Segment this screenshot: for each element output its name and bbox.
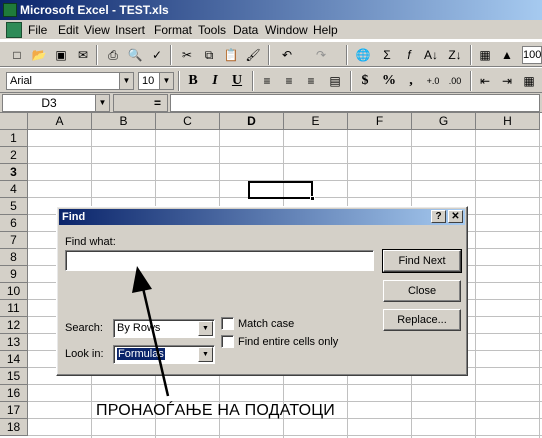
arrow-head [132,266,152,293]
annotation-arrow [132,266,170,397]
annotation-caption: ПРОНАОЃАЊЕ НА ПОДАТОЦИ [96,402,335,419]
arrow-shaft [141,287,170,397]
